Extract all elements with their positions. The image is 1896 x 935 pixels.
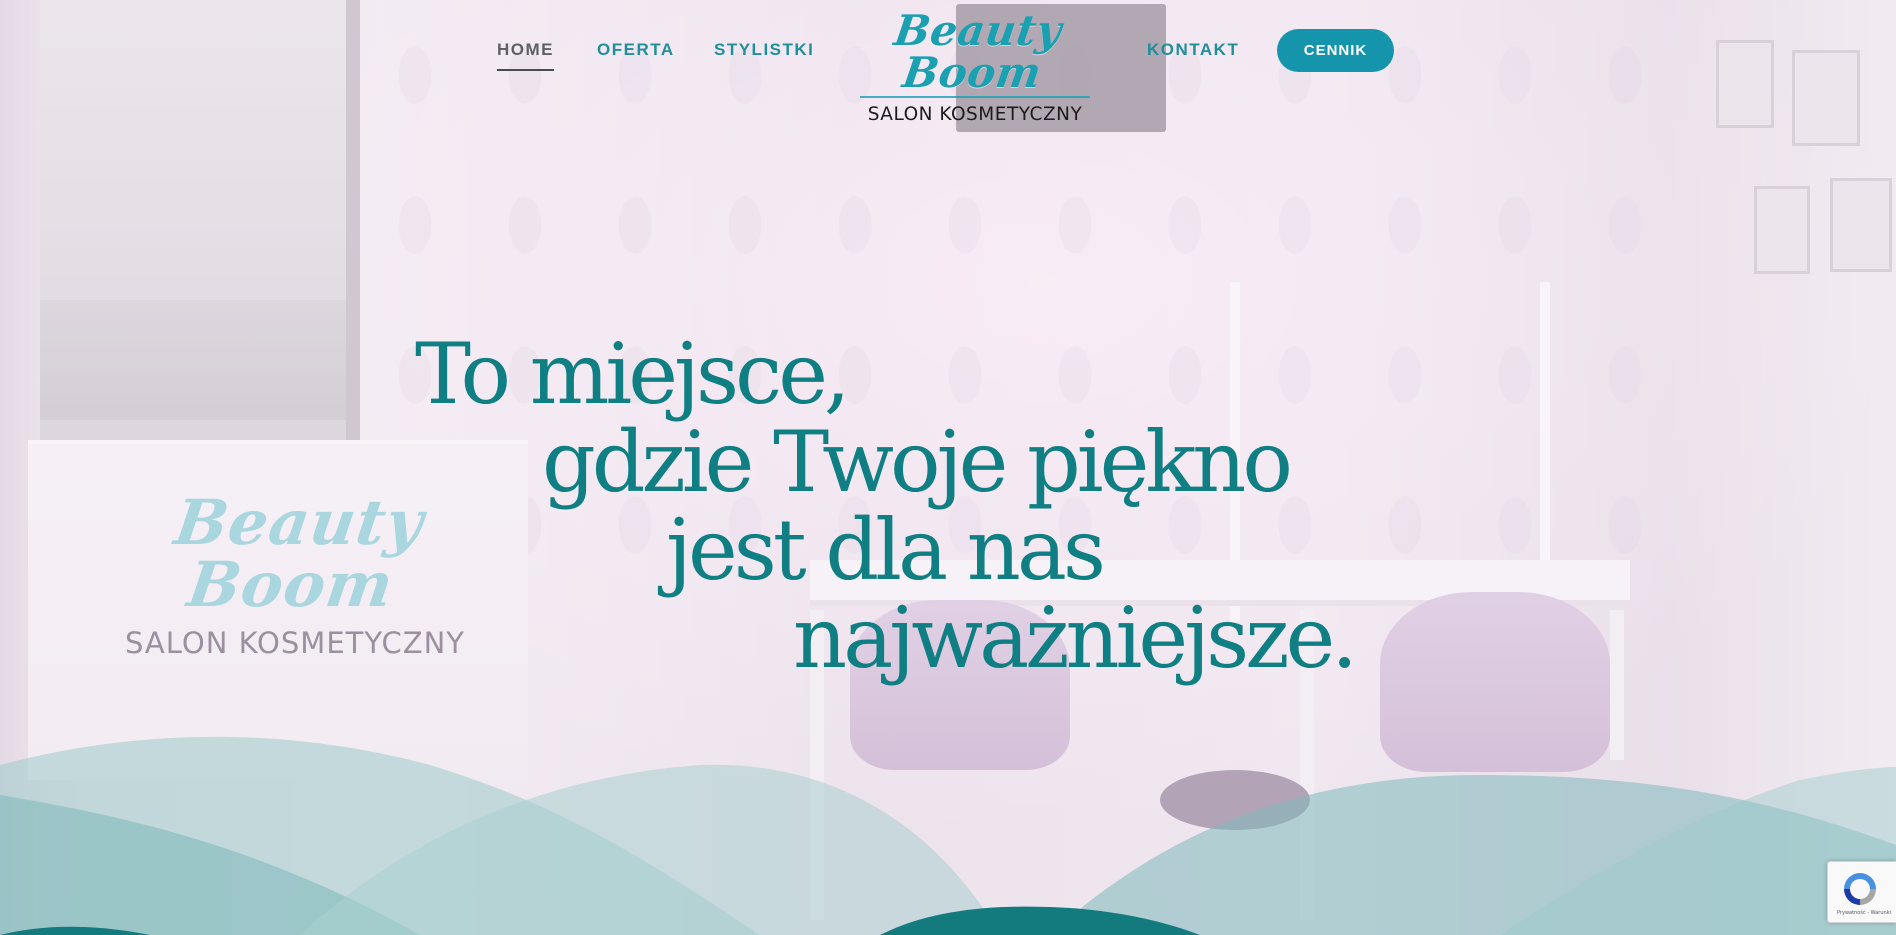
hero-line-4: najważniejsze. (793, 589, 1358, 687)
logo-underline (860, 96, 1090, 98)
nav-home[interactable]: HOME (497, 40, 554, 71)
site-logo[interactable]: Beauty Boom SALON KOSMETYCZNY (850, 6, 1100, 125)
nav-kontakt[interactable]: KONTAKT (1147, 40, 1239, 60)
recaptcha-badge[interactable]: Prywatność - Warunki (1827, 861, 1896, 923)
recaptcha-links[interactable]: Prywatność - Warunki (1837, 910, 1891, 916)
hero-line-2: gdzie Twoje piękno (542, 413, 1293, 511)
site-header: HOME OFERTA STYLISTKI Beauty Boom SALON … (0, 0, 1896, 125)
nav-stylistki[interactable]: STYLISTKI (714, 40, 814, 60)
counter-logo-watermark: Beauty Boom SALON KOSMETYCZNY (100, 486, 490, 660)
watermark-script: Beauty Boom (170, 486, 429, 621)
decorative-waves (0, 736, 1896, 935)
logo-subtitle: SALON KOSMETYCZNY (867, 104, 1083, 125)
watermark-subtitle: SALON KOSMETYCZNY (124, 626, 466, 660)
recaptcha-icon (1844, 873, 1876, 905)
nav-oferta[interactable]: OFERTA (597, 40, 675, 60)
hero-line-3: jest dla nas (666, 501, 1106, 599)
cennik-button[interactable]: CENNIK (1277, 29, 1394, 72)
logo-script: Beauty Boom (891, 6, 1065, 97)
hero-line-1: To miejsce, (415, 325, 851, 423)
